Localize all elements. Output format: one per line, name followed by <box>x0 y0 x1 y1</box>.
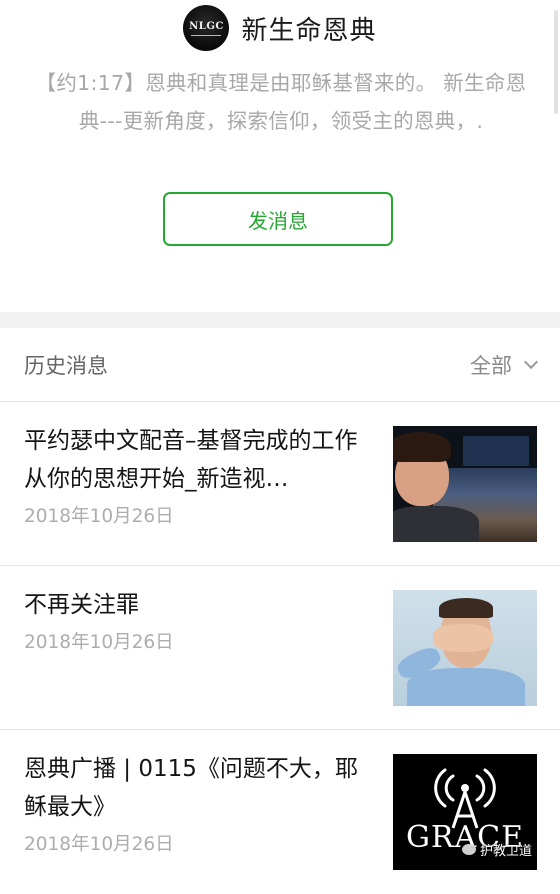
article-date: 2018年10月26日 <box>24 632 174 653</box>
account-title-row: NLGC 新生命恩典 <box>0 5 560 51</box>
article-text: 不再关注罪 2018年10月26日 <box>24 586 374 654</box>
man-shirt <box>407 668 525 706</box>
article-title: 不再关注罪 <box>24 592 139 618</box>
article-thumbnail[interactable] <box>393 426 537 542</box>
avatar-logo-text: NLGC <box>189 20 224 32</box>
watermark: 护教卫道 <box>462 840 532 859</box>
history-title: 历史消息 <box>24 353 108 378</box>
article-text: 恩典广播 | 0115《问题不大，耶稣最大》 2018年10月26日 <box>24 750 374 856</box>
avatar-logo-line <box>191 34 222 36</box>
section-divider <box>0 312 560 328</box>
article-date: 2018年10月26日 <box>24 506 174 527</box>
account-name: 新生命恩典 <box>241 15 377 46</box>
filter-dropdown[interactable]: 全部 <box>470 350 539 380</box>
speaker-suit <box>393 506 479 542</box>
scrollbar[interactable] <box>554 10 558 114</box>
article-title: 恩典广播 | 0115《问题不大，耶稣最大》 <box>24 756 358 820</box>
article-title: 平约瑟中文配音–基督完成的工作从你的思想开始_新造视… <box>24 428 358 492</box>
wechat-icon <box>462 844 476 855</box>
stage-screen <box>463 436 529 466</box>
send-message-button[interactable]: 发消息 <box>163 192 393 246</box>
man-hand <box>433 624 493 652</box>
article-text: 平约瑟中文配音–基督完成的工作从你的思想开始_新造视… 2018年10月26日 <box>24 422 374 528</box>
article-thumbnail[interactable] <box>393 590 537 706</box>
avatar[interactable]: NLGC <box>183 5 230 51</box>
filter-label: 全部 <box>470 353 512 378</box>
speaker-hair <box>393 432 451 462</box>
article-item[interactable]: 恩典广播 | 0115《问题不大，耶稣最大》 2018年10月26日 GRACE <box>0 730 560 894</box>
watermark-text: 护教卫道 <box>480 844 533 859</box>
account-header: NLGC 新生命恩典 【约1:17】恩典和真理是由耶稣基督来的。 新生命恩典--… <box>0 0 560 312</box>
account-description: 【约1:17】恩典和真理是由耶稣基督来的。 新生命恩典---更新角度，探索信仰，… <box>35 71 527 133</box>
article-item[interactable]: 不再关注罪 2018年10月26日 <box>0 566 560 730</box>
chevron-down-icon <box>523 354 539 369</box>
article-item[interactable]: 平约瑟中文配音–基督完成的工作从你的思想开始_新造视… 2018年10月26日 <box>0 402 560 566</box>
man-hair <box>439 598 493 618</box>
article-date: 2018年10月26日 <box>24 834 174 855</box>
history-header: 历史消息 全部 <box>0 328 560 402</box>
